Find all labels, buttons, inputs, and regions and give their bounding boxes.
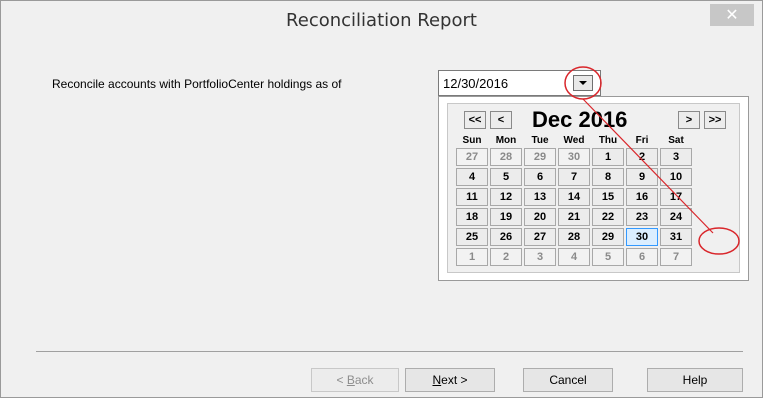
as-of-label: Reconcile accounts with PortfolioCenter … [52, 77, 342, 91]
close-button[interactable]: ✕ [710, 4, 754, 26]
day-cell[interactable]: 25 [456, 228, 488, 246]
cancel-button[interactable]: Cancel [523, 368, 613, 392]
weekday-label: Mon [495, 135, 517, 146]
next-year-button[interactable]: >> [704, 111, 726, 129]
dialog-window: Reconciliation Report ✕ Reconcile accoun… [0, 0, 763, 398]
day-cell[interactable]: 29 [524, 148, 556, 166]
date-value[interactable]: 12/30/2016 [443, 76, 508, 91]
day-cell[interactable]: 17 [660, 188, 692, 206]
day-cell[interactable]: 31 [660, 228, 692, 246]
day-cell[interactable]: 6 [626, 248, 658, 266]
day-cell[interactable]: 12 [490, 188, 522, 206]
calendar-popup: << < Dec 2016 > >> Sun Mon Tue Wed Thu Fri Sat… [438, 96, 749, 281]
window-title: Reconciliation Report [286, 10, 477, 31]
day-cell[interactable]: 4 [558, 248, 590, 266]
back-button[interactable]: < Back [311, 368, 399, 392]
day-cell[interactable]: 24 [660, 208, 692, 226]
day-cell[interactable]: 27 [524, 228, 556, 246]
next-month-button[interactable]: > [678, 111, 700, 129]
prev-year-button[interactable]: << [464, 111, 486, 129]
footer-divider [36, 351, 743, 352]
day-cell[interactable]: 7 [558, 168, 590, 186]
day-cell[interactable]: 15 [592, 188, 624, 206]
day-cell[interactable]: 29 [592, 228, 624, 246]
day-cell[interactable]: 22 [592, 208, 624, 226]
help-button[interactable]: Help [647, 368, 743, 392]
day-cell[interactable]: 1 [592, 148, 624, 166]
day-cell[interactable]: 3 [660, 148, 692, 166]
day-cell[interactable]: 18 [456, 208, 488, 226]
day-cell[interactable]: 4 [456, 168, 488, 186]
weekday-label: Sat [668, 135, 684, 146]
day-cell[interactable]: 5 [592, 248, 624, 266]
day-cell[interactable]: 10 [660, 168, 692, 186]
weekday-label: Sun [462, 135, 482, 146]
title-bar: Reconciliation Report ✕ [1, 1, 762, 41]
day-cell[interactable]: 20 [524, 208, 556, 226]
day-cell[interactable]: 28 [558, 228, 590, 246]
calendar-grid: << < Dec 2016 > >> Sun Mon Tue Wed Thu Fri Sat… [447, 103, 740, 273]
day-cell[interactable]: 7 [660, 248, 692, 266]
day-cell[interactable]: 21 [558, 208, 590, 226]
day-cell[interactable]: 1 [456, 248, 488, 266]
day-cell[interactable]: 2 [626, 148, 658, 166]
prev-month-button[interactable]: < [490, 111, 512, 129]
day-cell[interactable]: 2 [490, 248, 522, 266]
day-cell[interactable]: 5 [490, 168, 522, 186]
day-cell[interactable]: 13 [524, 188, 556, 206]
weekday-label: Fri [635, 135, 649, 146]
month-year-label: Dec 2016 [532, 107, 628, 132]
day-cell[interactable]: 23 [626, 208, 658, 226]
day-cell[interactable]: 16 [626, 188, 658, 206]
next-button[interactable]: Next > [405, 368, 495, 392]
weekday-label: Tue [531, 135, 549, 146]
day-cell[interactable]: 6 [524, 168, 556, 186]
day-cell[interactable]: 14 [558, 188, 590, 206]
calendar-dropdown-button[interactable] [573, 75, 593, 91]
day-cell[interactable]: 30 [626, 228, 658, 246]
day-cell[interactable]: 3 [524, 248, 556, 266]
day-cell[interactable]: 28 [490, 148, 522, 166]
day-cell[interactable]: 19 [490, 208, 522, 226]
day-cell[interactable]: 27 [456, 148, 488, 166]
date-picker-field[interactable]: 12/30/2016 [438, 70, 601, 96]
day-cell[interactable]: 8 [592, 168, 624, 186]
day-cell[interactable]: 30 [558, 148, 590, 166]
weekday-label: Wed [563, 135, 585, 146]
weekday-label: Thu [598, 135, 618, 146]
day-cell[interactable]: 11 [456, 188, 488, 206]
close-icon: ✕ [725, 5, 739, 24]
chevron-down-icon [579, 81, 587, 85]
day-cell[interactable]: 26 [490, 228, 522, 246]
day-cell[interactable]: 9 [626, 168, 658, 186]
